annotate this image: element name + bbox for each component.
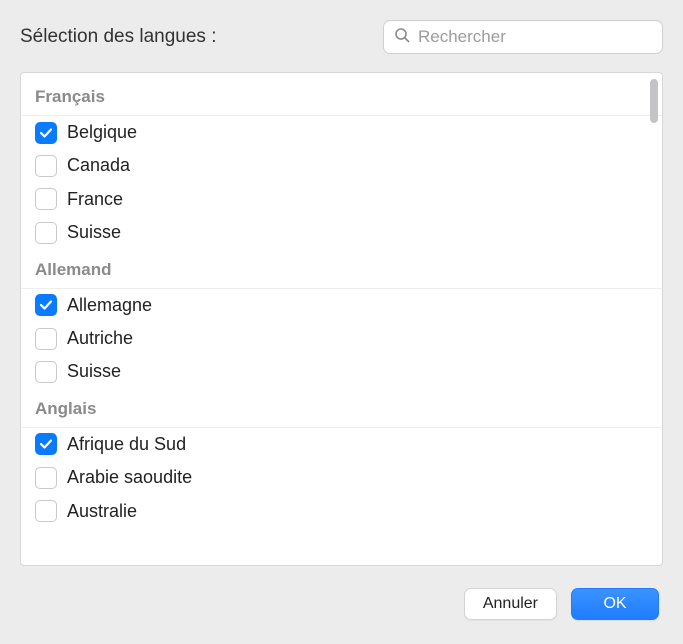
scrollbar-thumb[interactable] — [650, 79, 658, 123]
checkbox[interactable] — [35, 433, 57, 455]
checkbox[interactable] — [35, 361, 57, 383]
checkbox[interactable] — [35, 500, 57, 522]
item-label: France — [67, 188, 123, 211]
search-icon — [394, 27, 416, 48]
list-item[interactable]: Suisse — [21, 216, 662, 249]
search-field[interactable] — [383, 20, 663, 54]
checkbox[interactable] — [35, 294, 57, 316]
checkbox[interactable] — [35, 222, 57, 244]
list-item[interactable]: Suisse — [21, 355, 662, 388]
language-selection-dialog: Sélection des langues : Français Belgiqu… — [0, 0, 683, 644]
item-label: Suisse — [67, 360, 121, 383]
item-label: Autriche — [67, 327, 133, 350]
list-item[interactable]: Allemagne — [21, 289, 662, 322]
group-header: Allemand — [21, 250, 662, 289]
item-label: Afrique du Sud — [67, 433, 186, 456]
dialog-footer: Annuler OK — [20, 566, 663, 644]
list-item[interactable]: Autriche — [21, 322, 662, 355]
dialog-title: Sélection des langues : — [20, 26, 216, 48]
list-item[interactable]: Afrique du Sud — [21, 428, 662, 461]
group-header: Français — [21, 75, 662, 116]
checkbox[interactable] — [35, 328, 57, 350]
group-header: Anglais — [21, 389, 662, 428]
list-item[interactable]: France — [21, 183, 662, 216]
list-item[interactable]: Arabie saoudite — [21, 461, 662, 494]
item-label: Belgique — [67, 121, 137, 144]
ok-button[interactable]: OK — [571, 588, 659, 620]
item-label: Suisse — [67, 221, 121, 244]
checkbox[interactable] — [35, 188, 57, 210]
item-label: Allemagne — [67, 294, 152, 317]
list-item[interactable]: Belgique — [21, 116, 662, 149]
checkbox[interactable] — [35, 467, 57, 489]
item-label: Arabie saoudite — [67, 466, 192, 489]
item-label: Canada — [67, 154, 130, 177]
language-list: Français Belgique Canada France — [20, 72, 663, 566]
cancel-button-label: Annuler — [483, 595, 538, 613]
list-item[interactable]: Canada — [21, 149, 662, 182]
header-row: Sélection des langues : — [20, 20, 663, 54]
item-label: Australie — [67, 500, 137, 523]
search-input[interactable] — [416, 26, 652, 48]
ok-button-label: OK — [603, 595, 626, 613]
checkbox[interactable] — [35, 155, 57, 177]
cancel-button[interactable]: Annuler — [464, 588, 557, 620]
language-list-scroll[interactable]: Français Belgique Canada France — [21, 73, 662, 565]
list-item[interactable]: Australie — [21, 495, 662, 528]
checkbox[interactable] — [35, 122, 57, 144]
